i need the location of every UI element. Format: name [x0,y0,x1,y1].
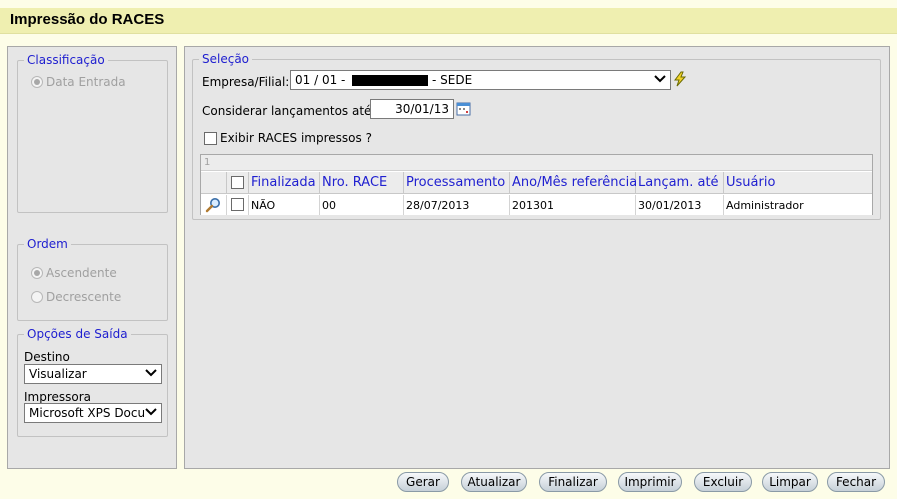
races-grid: 1 Finalizada Nro. RACE Processamento Ano… [200,154,873,215]
destino-select[interactable]: Visualizar [24,364,162,384]
empresa-suffix: - SEDE [432,73,473,87]
row-view-cell[interactable] [201,195,227,215]
cell-lancam-ate: 30/01/2013 [636,195,724,215]
radio-decrescente-label: Decrescente [46,290,122,304]
radio-ascendente[interactable]: Ascendente [31,266,117,280]
col-usuario[interactable]: Usuário [724,172,872,194]
empresa-select[interactable]: 01 / 01 - - SEDE [290,70,671,90]
considerar-date-value: 30/01/13 [395,102,449,116]
impressora-label: Impressora [24,390,92,404]
chevron-down-icon [144,366,158,380]
row-select-cell[interactable] [227,195,249,215]
excluir-button[interactable]: Excluir [694,472,752,492]
chevron-down-icon [144,405,158,419]
imprimir-button[interactable]: Imprimir [618,472,682,492]
atualizar-button[interactable]: Atualizar [461,472,527,492]
fechar-button[interactable]: Fechar [827,472,885,492]
calendar-icon[interactable] [456,101,471,116]
considerar-date-input[interactable]: 30/01/13 [370,99,454,119]
grid-page-number: 1 [204,157,211,168]
destino-value: Visualizar [29,367,87,381]
redacted-block [352,75,429,86]
col-ano-mes[interactable]: Ano/Mês referência [510,172,637,194]
cell-usuario: Administrador [724,195,872,215]
grid-header-blank [201,172,227,194]
ordem-legend: Ordem [27,237,68,251]
left-panel: Classificação Data Entrada Ordem Ascende… [7,46,177,469]
radio-icon [31,267,43,279]
radio-icon [31,291,43,303]
chevron-down-icon [653,72,667,86]
opcoes-saida-legend: Opções de Saída [27,327,128,341]
radio-icon [31,76,43,88]
lightning-icon[interactable] [672,71,688,87]
col-lancam-ate[interactable]: Lançam. até [636,172,724,194]
impressora-value: Microsoft XPS Docu [29,406,146,420]
selecao-legend: Seleção [202,52,250,66]
impressora-select[interactable]: Microsoft XPS Docu [24,403,162,423]
cell-nro-race: 00 [320,195,404,215]
exibir-checkbox[interactable] [204,131,217,145]
radio-data-entrada[interactable]: Data Entrada [31,75,126,89]
col-nro-race[interactable]: Nro. RACE [320,172,404,194]
exibir-checkbox-row[interactable]: Exibir RACES impressos ? [204,131,372,145]
col-finalizada[interactable]: Finalizada [249,172,320,194]
cell-processamento: 28/07/2013 [404,195,510,215]
empresa-label: Empresa/Filial: [202,75,290,89]
finalizar-button[interactable]: Finalizar [539,472,607,492]
window-title: Impressão do RACES [10,11,165,28]
gerar-button[interactable]: Gerar [397,472,449,492]
grid-page-indicator: 1 [201,155,872,171]
radio-ascendente-label: Ascendente [46,266,117,280]
title-bar: Impressão do RACES [0,8,897,34]
classificacao-legend: Classificação [27,53,105,67]
considerar-label: Considerar lançamentos até: [202,104,376,118]
destino-label: Destino [24,350,70,364]
limpar-button[interactable]: Limpar [762,472,818,492]
grid-header-select-all[interactable] [227,172,249,194]
exibir-label: Exibir RACES impressos ? [220,131,372,145]
empresa-prefix: 01 / 01 - [295,73,346,87]
radio-data-entrada-label: Data Entrada [46,75,126,89]
radio-decrescente[interactable]: Decrescente [31,290,121,304]
select-all-checkbox[interactable] [231,176,244,189]
cell-ano-mes: 201301 [510,195,636,215]
col-processamento[interactable]: Processamento [404,172,510,194]
row-checkbox[interactable] [231,198,244,211]
magnifier-icon[interactable] [205,198,221,216]
cell-finalizada: NÃO [249,195,320,215]
